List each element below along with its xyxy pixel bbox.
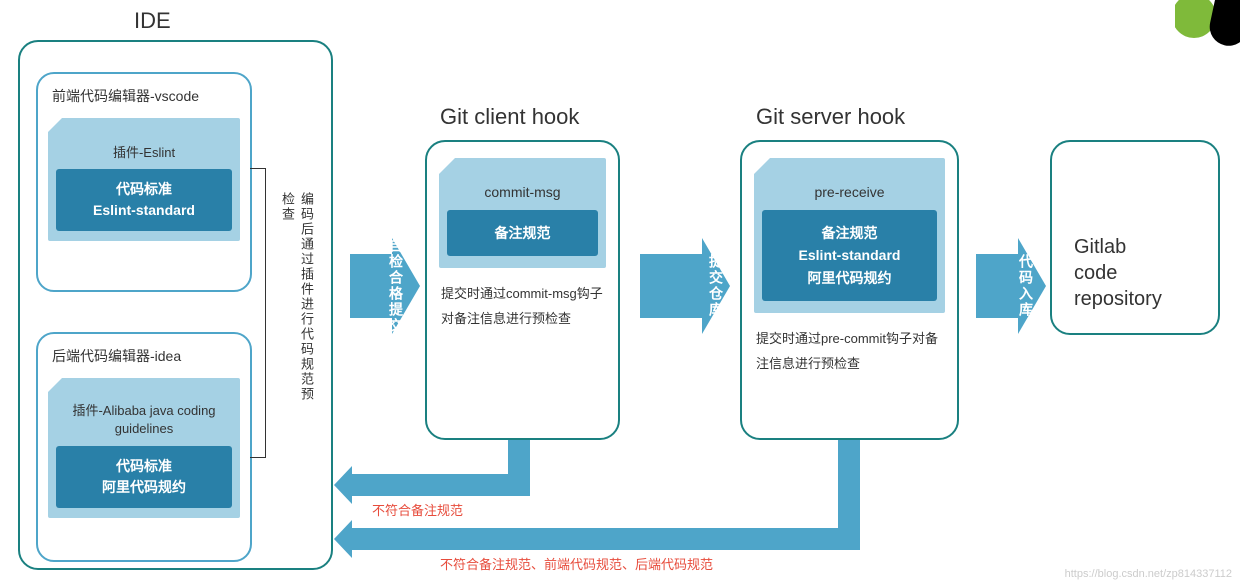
repo-line3: repository <box>1074 286 1196 312</box>
arrow-store: 代码入库 <box>976 238 1046 334</box>
watermark: https://blog.csdn.net/zp814337112 <box>1065 568 1232 580</box>
commit-msg-card: commit-msg 备注规范 <box>439 158 606 268</box>
corner-badge <box>1175 0 1240 52</box>
return-arrow-2 <box>352 528 860 550</box>
vscode-editor-label: 前端代码编辑器-vscode <box>38 74 250 114</box>
pre-receive-title: pre-receive <box>762 184 937 200</box>
reject-text-1: 不符合备注规范 <box>372 500 463 519</box>
return-arrow-1 <box>352 474 530 496</box>
commit-msg-title: commit-msg <box>447 184 598 200</box>
server-hook-container: pre-receive 备注规范 Eslint-standard 阿里代码规约 … <box>740 140 959 440</box>
repo-container: Gitlab code repository <box>1050 140 1220 335</box>
client-hook-container: commit-msg 备注规范 提交时通过commit-msg钩子对备注信息进行… <box>425 140 620 440</box>
repo-text: Gitlab code repository <box>1052 142 1218 312</box>
arrow-commit: 提交仓库 <box>640 238 730 334</box>
client-hook-desc: 提交时通过commit-msg钩子对备注信息进行预检查 <box>427 268 618 331</box>
alibaba-plugin-title: 插件-Alibaba java coding guidelines <box>56 402 232 438</box>
client-hook-title: Git client hook <box>440 104 579 130</box>
arrow-store-label: 代码入库 <box>966 254 1036 318</box>
server-hook-title: Git server hook <box>756 104 905 130</box>
eslint-plugin-card: 插件-Eslint 代码标准 Eslint-standard <box>48 118 240 241</box>
alibaba-standard-body: 代码标准 阿里代码规约 <box>56 446 232 508</box>
reject-text-2: 不符合备注规范、前端代码规范、后端代码规范 <box>440 554 713 573</box>
pre-receive-card: pre-receive 备注规范 Eslint-standard 阿里代码规约 <box>754 158 945 313</box>
arrow-self-check-label: 自检合格提交 <box>336 238 406 334</box>
bracket-connector <box>250 168 266 458</box>
server-body-line1: 备注规范 <box>770 222 929 244</box>
alibaba-std-line1: 代码标准 <box>62 456 226 477</box>
repo-line2: code <box>1074 260 1196 286</box>
arrow-self-check: 自检合格提交 <box>350 238 420 334</box>
commit-msg-body: 备注规范 <box>447 210 598 256</box>
server-hook-desc: 提交时通过pre-commit钩子对备注信息进行预检查 <box>742 313 957 376</box>
alibaba-plugin-card: 插件-Alibaba java coding guidelines 代码标准 阿… <box>48 378 240 518</box>
vscode-box: 前端代码编辑器-vscode 插件-Eslint 代码标准 Eslint-sta… <box>36 72 252 292</box>
eslint-std-line2: Eslint-standard <box>62 200 226 221</box>
eslint-plugin-title: 插件-Eslint <box>56 142 232 161</box>
repo-line1: Gitlab <box>1074 234 1196 260</box>
ide-title: IDE <box>134 8 171 34</box>
idea-editor-label: 后端代码编辑器-idea <box>38 334 250 374</box>
pre-receive-body: 备注规范 Eslint-standard 阿里代码规约 <box>762 210 937 301</box>
arrow-commit-label: 提交仓库 <box>636 254 726 318</box>
ide-side-note: 编码后通过插件进行代码规范预检查 <box>278 192 316 412</box>
server-body-line2: Eslint-standard <box>770 244 929 266</box>
eslint-standard-body: 代码标准 Eslint-standard <box>56 169 232 231</box>
eslint-std-line1: 代码标准 <box>62 179 226 200</box>
server-body-line3: 阿里代码规约 <box>770 267 929 289</box>
alibaba-std-line2: 阿里代码规约 <box>62 477 226 498</box>
idea-box: 后端代码编辑器-idea 插件-Alibaba java coding guid… <box>36 332 252 562</box>
